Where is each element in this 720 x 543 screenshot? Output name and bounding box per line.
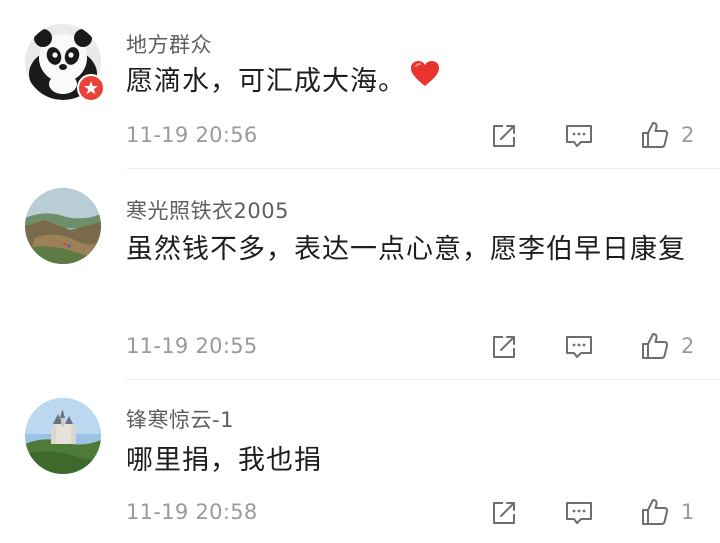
share-icon [493,336,515,358]
reply-button[interactable] [563,497,595,529]
reply-button[interactable] [563,120,595,152]
vip-badge-icon [77,74,105,102]
comment-item: 寒光照铁衣2005 虽然钱不多，表达一点心意，愿李伯早日康复 11-19 20:… [0,169,720,379]
comment-username[interactable]: 地方群众 [126,29,212,59]
reply-icon [566,502,592,524]
reply-icon [566,336,592,358]
castle-avatar-image [25,398,101,474]
comment-username[interactable]: 寒光照铁衣2005 [126,195,289,225]
heart-emoji-icon [410,55,440,105]
comment-time: 11-19 20:58 [126,500,258,524]
like-count: 2 [681,334,695,358]
landscape-avatar-image [25,188,101,264]
like-count: 2 [681,123,695,147]
comment-item: 地方群众 愿滴水，可汇成大海。 11-19 20:56 2 [0,0,720,168]
user-avatar[interactable] [25,398,101,474]
share-icon [493,125,515,147]
share-button[interactable] [488,331,520,363]
reply-icon [566,125,592,147]
comment-text-content: 愿滴水，可汇成大海。 [126,66,406,97]
comment-username[interactable]: 锋寒惊云-1 [126,404,234,434]
user-avatar[interactable] [25,188,101,264]
share-button[interactable] [488,497,520,529]
comment-list: 地方群众 愿滴水，可汇成大海。 11-19 20:56 2 寒光照铁衣2005 … [0,0,720,543]
like-button[interactable] [639,496,671,528]
comment-text: 愿滴水，可汇成大海。 [126,57,704,107]
share-icon [493,502,515,524]
like-icon [642,122,669,148]
like-button[interactable] [639,330,671,362]
comment-item: 锋寒惊云-1 哪里捐，我也捐 11-19 20:58 1 [0,380,720,543]
like-icon [642,333,669,359]
reply-button[interactable] [563,331,595,363]
like-count: 1 [681,500,695,524]
comment-text: 哪里捐，我也捐 [126,445,322,476]
comment-time: 11-19 20:55 [126,334,258,358]
share-button[interactable] [488,120,520,152]
comment-time: 11-19 20:56 [126,123,258,147]
like-icon [642,499,669,525]
like-button[interactable] [639,119,671,151]
comment-text: 虽然钱不多，表达一点心意，愿李伯早日康复 [126,234,686,265]
